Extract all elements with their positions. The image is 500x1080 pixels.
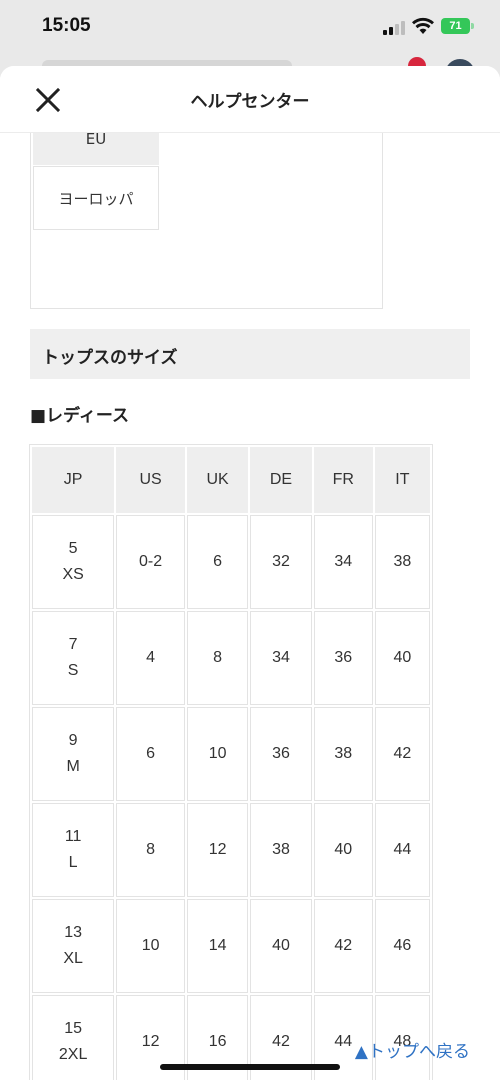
cell-uk: 14 bbox=[186, 899, 249, 993]
page-title: ヘルプセンター bbox=[190, 92, 310, 112]
cell-jp: 11 L bbox=[32, 803, 115, 897]
cell-jp: 13 XL bbox=[32, 899, 115, 993]
cell-jp: 15 2XL bbox=[32, 995, 115, 1080]
jp-size: XS bbox=[62, 566, 84, 583]
cell-uk: 8 bbox=[186, 611, 249, 705]
cell-jp: 7S bbox=[32, 611, 115, 705]
jp-number: 7 bbox=[68, 636, 78, 653]
jp-size: S bbox=[67, 662, 79, 679]
cell-jp: 9M bbox=[32, 707, 115, 801]
cell-us: 4 bbox=[116, 611, 185, 705]
cell-us: 10 bbox=[116, 899, 185, 993]
cell-de: 40 bbox=[250, 899, 312, 993]
region-table: EU ヨーロッパ bbox=[30, 123, 383, 309]
status-time: 15:05 bbox=[42, 15, 91, 36]
cell-jp: 5 XS bbox=[32, 515, 115, 609]
jp-number: 11 bbox=[64, 828, 82, 845]
status-bar: 15:05 71 bbox=[0, 0, 500, 79]
help-center-sheet: ヘルプセンター EU ヨーロッパ トップスのサイズ ■レディース JP US U… bbox=[0, 66, 500, 1080]
jp-number: 9 bbox=[68, 732, 78, 749]
cell-de: 34 bbox=[250, 611, 312, 705]
cell-fr: 42 bbox=[313, 899, 373, 993]
size-table: JP US UK DE FR IT 5 XS 0-2 6 32 34 38 7 … bbox=[29, 444, 433, 1080]
header-de: DE bbox=[250, 447, 312, 513]
jp-size: L bbox=[68, 854, 78, 871]
header-fr: FR bbox=[313, 447, 373, 513]
ladies-heading: ■レディース bbox=[30, 406, 130, 426]
jp-size: XL bbox=[63, 950, 83, 967]
cell-fr: 34 bbox=[313, 515, 373, 609]
header-us: US bbox=[116, 447, 185, 513]
section-header: トップスのサイズ bbox=[30, 329, 470, 379]
jp-number: 5 bbox=[68, 540, 78, 557]
cell-uk: 10 bbox=[186, 707, 249, 801]
cell-de: 32 bbox=[250, 515, 312, 609]
size-table-header-row: JP US UK DE FR IT bbox=[32, 447, 430, 513]
cell-fr: 38 bbox=[313, 707, 373, 801]
cell-fr: 36 bbox=[313, 611, 373, 705]
cell-it: 38 bbox=[374, 515, 430, 609]
table-row: 11 L 8 12 38 40 44 bbox=[32, 803, 430, 897]
jp-size: M bbox=[66, 758, 80, 775]
region-europe: ヨーロッパ bbox=[33, 166, 159, 230]
cell-uk: 6 bbox=[186, 515, 249, 609]
cellular-signal-icon bbox=[383, 21, 405, 35]
section-title: トップスのサイズ bbox=[42, 348, 178, 368]
sheet-header: ヘルプセンター bbox=[0, 66, 500, 133]
header-it: IT bbox=[374, 447, 430, 513]
cell-fr: 40 bbox=[313, 803, 373, 897]
jp-size: 2XL bbox=[58, 1046, 88, 1063]
cell-it: 40 bbox=[374, 611, 430, 705]
cell-it: 42 bbox=[374, 707, 430, 801]
help-content[interactable]: EU ヨーロッパ トップスのサイズ ■レディース JP US UK DE FR … bbox=[0, 123, 500, 1080]
cell-us: 6 bbox=[116, 707, 185, 801]
battery-level: 71 bbox=[449, 20, 462, 32]
jp-number: 15 bbox=[64, 1020, 83, 1037]
cell-it: 46 bbox=[374, 899, 430, 993]
cell-de: 38 bbox=[250, 803, 312, 897]
battery-icon: 71 bbox=[441, 18, 475, 34]
back-to-top-link[interactable]: ▲トップへ戻る bbox=[355, 1037, 470, 1062]
wifi-icon bbox=[412, 17, 434, 34]
home-indicator[interactable] bbox=[160, 1064, 340, 1070]
jp-number: 13 bbox=[64, 924, 83, 941]
table-row: 9M 6 10 36 38 42 bbox=[32, 707, 430, 801]
table-row: 7S 4 8 34 36 40 bbox=[32, 611, 430, 705]
cell-us: 8 bbox=[116, 803, 185, 897]
table-row: 5 XS 0-2 6 32 34 38 bbox=[32, 515, 430, 609]
cell-it: 44 bbox=[374, 803, 430, 897]
header-uk: UK bbox=[186, 447, 249, 513]
table-row: 13 XL 10 14 40 42 46 bbox=[32, 899, 430, 993]
cell-de: 36 bbox=[250, 707, 312, 801]
header-jp: JP bbox=[32, 447, 115, 513]
cell-uk: 12 bbox=[186, 803, 249, 897]
cell-us: 0-2 bbox=[116, 515, 185, 609]
